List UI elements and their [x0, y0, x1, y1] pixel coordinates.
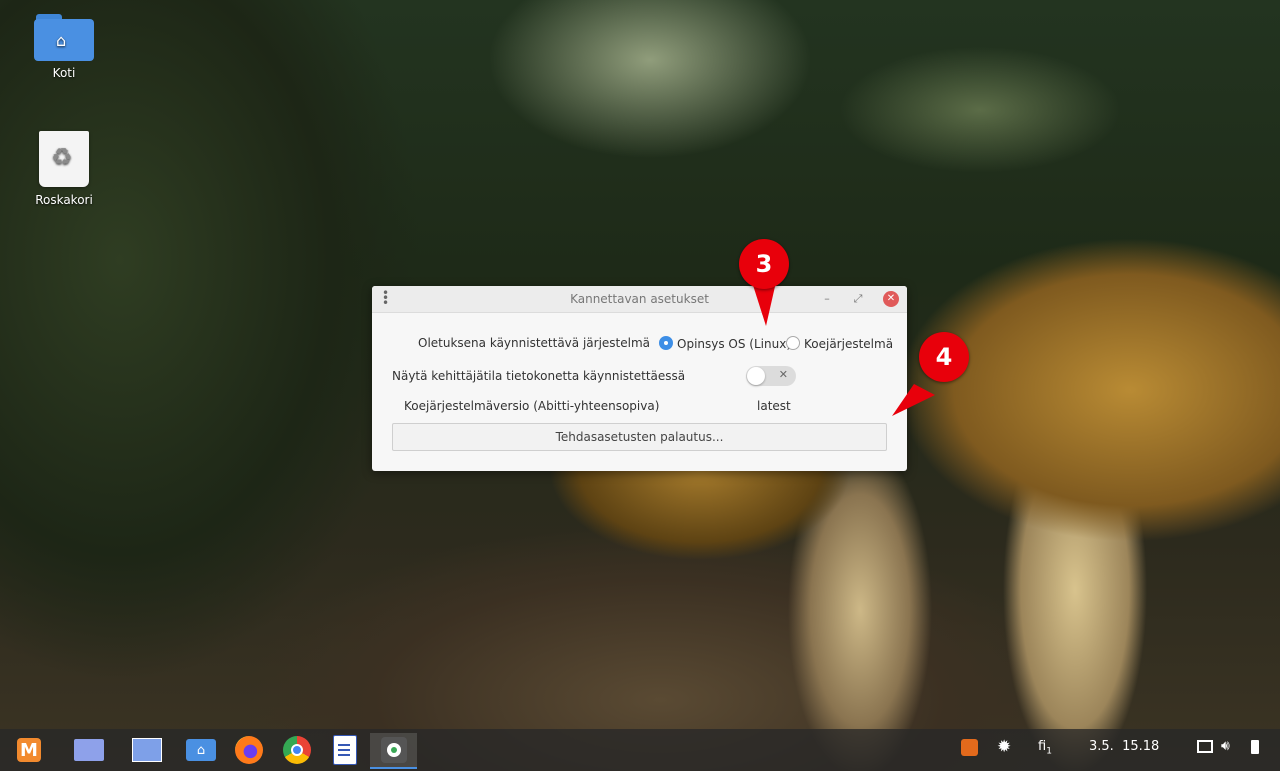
app-menu-button[interactable]: M: [11, 733, 47, 767]
workspaces-icon: [74, 739, 104, 761]
volume-icon[interactable]: 🔊︎: [1221, 738, 1230, 754]
chrome-button[interactable]: [279, 733, 315, 767]
brightness-icon[interactable]: ✹: [997, 737, 1011, 757]
exam-version-value: latest: [757, 399, 791, 413]
settings-app-button[interactable]: [370, 733, 417, 769]
radio-unselected-icon[interactable]: [786, 336, 800, 350]
default-os-label: Oletuksena käynnistettävä järjestelmä: [418, 336, 650, 350]
clock[interactable]: 3.5. 15.18: [1089, 739, 1159, 754]
text-editor-button[interactable]: [327, 733, 363, 767]
firefox-button[interactable]: [231, 733, 267, 767]
keyboard-layout[interactable]: fi1: [1038, 739, 1052, 757]
factory-reset-button[interactable]: Tehdasasetusten palautus...: [392, 423, 887, 451]
radio-selected-icon[interactable]: [659, 336, 673, 350]
menu-icon: M: [17, 738, 41, 762]
desktop-icon-label: Roskakori: [35, 193, 93, 207]
keyboard-layout-index: 1: [1046, 746, 1052, 757]
os-option-exam[interactable]: Koejärjestelmä: [786, 336, 893, 351]
tray-app-icon[interactable]: [961, 739, 978, 756]
exam-version-label: Koejärjestelmäversio (Abitti-yhteensopiv…: [404, 399, 660, 413]
files-button[interactable]: ⌂: [183, 733, 219, 767]
close-button[interactable]: ✕: [883, 291, 899, 307]
desktop-icon-label: Koti: [52, 66, 76, 80]
window-switcher-button[interactable]: [129, 733, 165, 767]
keyboard-layout-text: fi: [1038, 739, 1047, 754]
dev-mode-toggle[interactable]: ✕: [746, 366, 796, 386]
text-editor-icon: [333, 735, 357, 765]
minimize-button[interactable]: –: [819, 291, 835, 307]
battery-icon[interactable]: [1251, 740, 1259, 754]
marker-3: 3: [739, 239, 789, 289]
os-option-linux[interactable]: Opinsys OS (Linux): [659, 336, 791, 351]
settings-window: • • • Kannettavan asetukset – ⤢ ✕ Oletukse…: [372, 286, 907, 471]
marker-4: 4: [919, 332, 969, 382]
dev-mode-label: Näytä kehittäjätila tietokonetta käynnis…: [392, 369, 686, 383]
home-folder-icon: ⌂: [34, 14, 94, 61]
firefox-icon: [235, 736, 263, 764]
chrome-icon: [283, 736, 311, 764]
files-icon: ⌂: [186, 739, 216, 761]
desktop-icon-trash[interactable]: ♻ Roskakori: [16, 131, 112, 207]
window-titlebar[interactable]: • • • Kannettavan asetukset – ⤢ ✕: [372, 286, 907, 313]
taskbar: M ⌂ ✹ fi1 3.5. 15.18 🔊︎: [0, 729, 1280, 771]
settings-app-icon: [380, 737, 407, 763]
window-switcher-icon: [132, 738, 162, 762]
trash-icon: ♻: [39, 131, 89, 187]
display-icon[interactable]: [1197, 740, 1213, 753]
os-option-label: Opinsys OS (Linux): [677, 337, 791, 351]
workspaces-button[interactable]: [69, 733, 109, 767]
desktop-icon-home[interactable]: ⌂ Koti: [16, 14, 112, 80]
maximize-button[interactable]: ⤢: [850, 291, 866, 307]
toggle-off-icon: ✕: [778, 368, 788, 381]
os-option-label: Koejärjestelmä: [804, 337, 894, 351]
